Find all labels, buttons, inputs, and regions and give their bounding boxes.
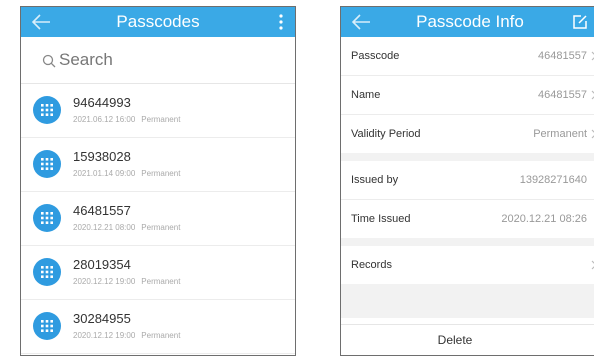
passcode-row[interactable]: Passcode 46481557: [341, 37, 594, 76]
page-title: Passcodes: [116, 12, 200, 31]
passcode-code: 15938028: [73, 149, 131, 164]
passcodes-header: Passcodes: [21, 7, 295, 37]
passcode-list-item[interactable]: 94644993 2021.06.12 16:00 Permanent: [21, 84, 295, 138]
keypad-icon: [33, 312, 61, 340]
time-issued-row: Time Issued 2020.12.21 08:26: [341, 200, 594, 238]
delete-bar: Delete: [341, 324, 594, 355]
section-divider: [341, 238, 594, 246]
passcode-info-screen: Passcode Info Passcode 46481557 Name 464…: [340, 6, 594, 356]
passcode-value: 46481557: [538, 50, 587, 62]
passcode-meta: 2020.12.12 19:00 Permanent: [73, 277, 180, 286]
more-vertical-icon[interactable]: [279, 14, 283, 30]
name-label: Name: [351, 89, 381, 101]
passcode-code: 28019354: [73, 257, 131, 272]
name-value: 46481557: [538, 89, 587, 101]
records-label: Records: [351, 259, 392, 271]
passcode-date: 2021.01.14 09:00: [73, 169, 136, 178]
section-divider: [341, 153, 594, 161]
passcode-info-header: Passcode Info: [341, 7, 594, 37]
passcodes-screen: Passcodes 94644993 2021.06.12 16:00 Perma…: [20, 6, 296, 356]
passcode-date: 2020.12.12 19:00: [73, 331, 136, 340]
delete-button[interactable]: Delete: [341, 325, 569, 355]
passcode-date: 2021.06.12 16:00: [73, 115, 136, 124]
page-title: Passcode Info: [416, 12, 524, 31]
validity-period-label: Validity Period: [351, 128, 421, 140]
keypad-icon: [33, 150, 61, 178]
name-row[interactable]: Name 46481557: [341, 76, 594, 115]
issued-by-value: 13928271640: [519, 174, 587, 186]
empty-area: [341, 284, 594, 318]
passcode-code: 30284955: [73, 311, 131, 326]
passcode-code: 94644993: [73, 95, 131, 110]
issued-by-row: Issued by 13928271640: [341, 161, 594, 200]
keypad-icon: [33, 96, 61, 124]
passcode-type: Permanent: [141, 169, 181, 178]
passcode-date: 2020.12.21 08:00: [73, 223, 136, 232]
time-issued-label: Time Issued: [351, 213, 411, 225]
passcode-list-item[interactable]: 46481557 2020.12.21 08:00 Permanent: [21, 192, 295, 246]
passcode-list: 94644993 2021.06.12 16:00 Permanent 15938…: [21, 84, 295, 354]
passcode-type: Permanent: [141, 115, 181, 124]
keypad-icon: [33, 204, 61, 232]
validity-period-value: Permanent: [533, 128, 587, 140]
passcode-list-item[interactable]: 28019354 2020.12.12 19:00 Permanent: [21, 246, 295, 300]
passcode-meta: 2020.12.12 19:00 Permanent: [73, 331, 180, 340]
time-issued-value: 2020.12.21 08:26: [501, 213, 587, 225]
passcode-meta: 2020.12.21 08:00 Permanent: [73, 223, 180, 232]
search-bar: [21, 37, 295, 84]
search-input[interactable]: [59, 48, 259, 72]
edit-icon[interactable]: [571, 13, 589, 31]
keypad-icon: [33, 258, 61, 286]
passcode-type: Permanent: [141, 223, 181, 232]
passcode-code: 46481557: [73, 203, 131, 218]
passcode-list-item[interactable]: 15938028 2021.01.14 09:00 Permanent: [21, 138, 295, 192]
passcode-type: Permanent: [141, 277, 181, 286]
records-row[interactable]: Records: [341, 246, 594, 284]
validity-period-row[interactable]: Validity Period Permanent: [341, 115, 594, 153]
search-icon: [42, 54, 56, 68]
passcode-meta: 2021.06.12 16:00 Permanent: [73, 115, 180, 124]
passcode-list-item[interactable]: 30284955 2020.12.12 19:00 Permanent: [21, 300, 295, 354]
issued-by-label: Issued by: [351, 174, 399, 186]
passcode-meta: 2021.01.14 09:00 Permanent: [73, 169, 180, 178]
passcode-date: 2020.12.12 19:00: [73, 277, 136, 286]
passcode-label: Passcode: [351, 50, 400, 62]
passcode-type: Permanent: [141, 331, 181, 340]
